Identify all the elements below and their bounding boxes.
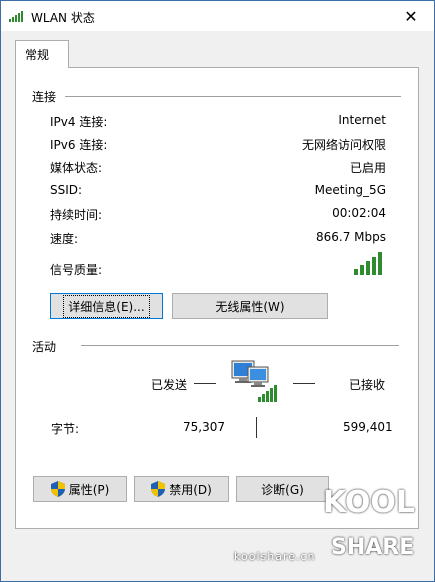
- wlan-status-dialog: WLAN 状态 ✕ 常规 连接 IPv4 连接: Internet IPv6 连…: [0, 0, 435, 582]
- tab-general-label: 常规: [25, 48, 50, 62]
- ipv6-value: 无网络访问权限: [301, 138, 386, 152]
- ipv4-label: IPv4 连接:: [50, 115, 108, 129]
- connection-section-header: 连接: [32, 90, 57, 104]
- media-state-value: 已启用: [349, 161, 386, 175]
- admin-shield-icon: [50, 481, 65, 497]
- window-title: WLAN 状态: [31, 11, 95, 25]
- connection-divider: [65, 96, 401, 97]
- bytes-label: 字节:: [51, 422, 80, 436]
- bytes-separator: [256, 417, 257, 438]
- speed-label: 速度:: [50, 232, 79, 246]
- details-button[interactable]: 详细信息(E)...: [50, 293, 163, 319]
- ipv4-value: Internet: [338, 113, 386, 127]
- properties-button-label: 属性(P): [68, 482, 110, 497]
- watermark-url: koolshare.cn: [234, 550, 316, 563]
- activity-divider: [81, 345, 399, 346]
- sent-label: 已发送: [151, 378, 188, 392]
- bytes-sent-value: 75,307: [183, 420, 225, 434]
- network-computers-icon: [231, 360, 277, 402]
- ssid-value: Meeting_5G: [314, 183, 386, 197]
- tab-general[interactable]: 常规: [15, 40, 69, 68]
- sent-line: [194, 383, 216, 384]
- speed-value: 866.7 Mbps: [315, 230, 386, 244]
- disable-button-label: 禁用(D): [169, 482, 212, 497]
- wireless-properties-button-label: 无线属性(W): [215, 299, 285, 314]
- properties-button[interactable]: 属性(P): [33, 476, 127, 502]
- duration-value: 00:02:04: [332, 206, 386, 220]
- disable-button[interactable]: 禁用(D): [134, 476, 229, 502]
- wifi-signal-icon: [9, 11, 23, 22]
- bytes-received-value: 599,401: [343, 420, 393, 434]
- duration-label: 持续时间:: [50, 208, 103, 222]
- received-label: 已接收: [349, 378, 386, 392]
- activity-section-header: 活动: [32, 340, 57, 354]
- title-bar: WLAN 状态 ✕: [1, 1, 434, 31]
- signal-quality-label: 信号质量:: [50, 263, 103, 277]
- media-state-label: 媒体状态:: [50, 161, 103, 175]
- ssid-label: SSID:: [50, 183, 83, 197]
- diagnose-button-label: 诊断(G): [261, 482, 304, 497]
- wireless-properties-button[interactable]: 无线属性(W): [172, 293, 328, 319]
- diagnose-button[interactable]: 诊断(G): [236, 476, 329, 502]
- ipv6-label: IPv6 连接:: [50, 138, 108, 152]
- close-icon: ✕: [404, 6, 418, 26]
- signal-quality-icon: [354, 252, 382, 275]
- close-button[interactable]: ✕: [388, 1, 434, 31]
- received-line: [293, 383, 315, 384]
- admin-shield-icon: [151, 481, 166, 497]
- details-button-label: 详细信息(E)...: [63, 294, 150, 318]
